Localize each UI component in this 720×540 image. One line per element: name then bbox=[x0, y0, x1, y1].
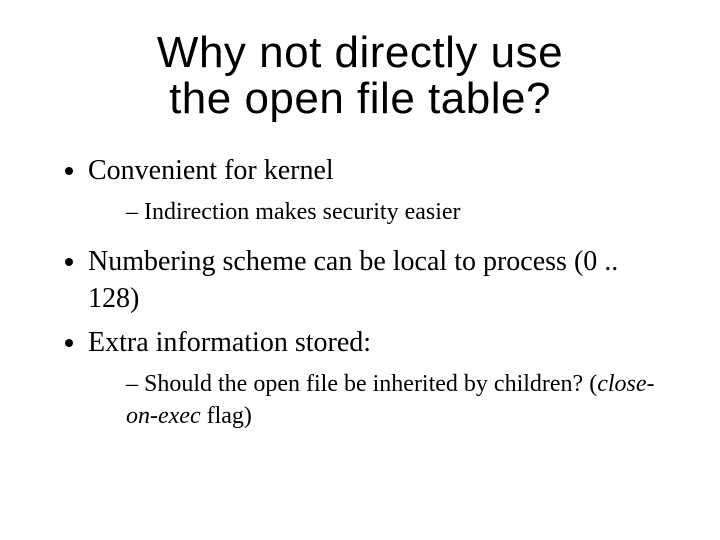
bullet-3-sub-1-prefix: Should the open file be inherited by chi… bbox=[144, 371, 597, 397]
bullet-1-sub-1: Indirection makes security easier bbox=[126, 196, 670, 228]
slide-title: Why not directly use the open file table… bbox=[50, 30, 670, 122]
bullet-1-sublist: Indirection makes security easier bbox=[88, 196, 670, 228]
bullet-1: Convenient for kernel Indirection makes … bbox=[88, 152, 670, 228]
bullet-1-text: Convenient for kernel bbox=[88, 155, 334, 186]
bullet-2-text: Numbering scheme can be local to process… bbox=[88, 246, 618, 315]
title-line-2: the open file table? bbox=[169, 74, 551, 123]
bullet-3-text: Extra information stored: bbox=[88, 327, 371, 358]
bullet-list: Convenient for kernel Indirection makes … bbox=[50, 152, 670, 432]
title-line-1: Why not directly use bbox=[157, 28, 563, 77]
bullet-3-sub-1: Should the open file be inherited by chi… bbox=[126, 368, 670, 433]
slide: Why not directly use the open file table… bbox=[0, 0, 720, 540]
bullet-2: Numbering scheme can be local to process… bbox=[88, 243, 670, 319]
bullet-3-sub-1-suffix: flag) bbox=[201, 403, 252, 429]
bullet-3-sublist: Should the open file be inherited by chi… bbox=[88, 368, 670, 433]
bullet-1-sub-1-text: Indirection makes security easier bbox=[144, 199, 461, 225]
bullet-3: Extra information stored: Should the ope… bbox=[88, 324, 670, 433]
